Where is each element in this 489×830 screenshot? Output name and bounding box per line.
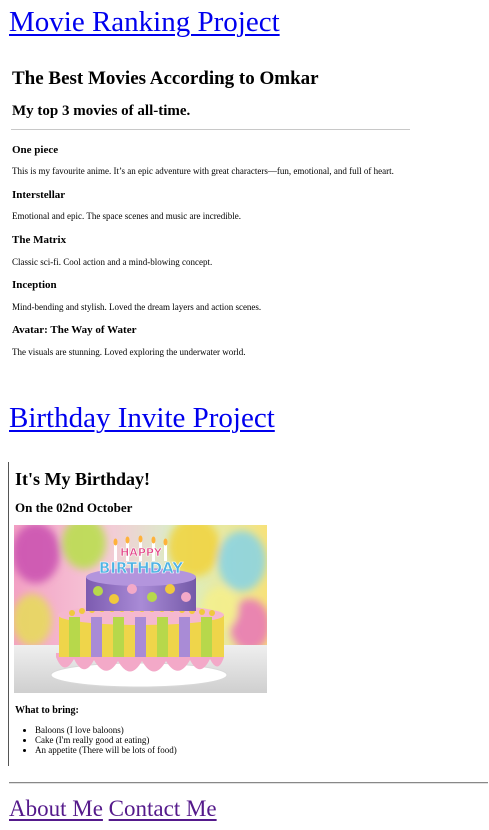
birthday-date: On the 02nd October	[15, 500, 133, 515]
movie-title: Avatar: The Way of Water	[12, 324, 137, 336]
cake-topper-happy: HAPPY	[120, 546, 163, 559]
movie-page-subheading: My top 3 movies of all-time.	[12, 103, 191, 119]
movie-description: This is my favourite anime. It’s an epic…	[12, 166, 394, 176]
movie-description: The visuals are stunning. Loved explorin…	[12, 347, 246, 357]
page-divider	[9, 782, 488, 784]
movie-project-title: Movie Ranking Project	[9, 8, 280, 37]
bring-list: Baloons (I love baloons) Cake (I'm reall…	[15, 725, 177, 755]
movie-title: One piece	[12, 144, 59, 156]
contact-me-link[interactable]: Contact Me	[109, 796, 217, 821]
cake-topper-birthday: BIRTHDAY	[99, 559, 184, 577]
list-item: Baloons (I love baloons)	[35, 725, 177, 735]
birthday-project-title: Birthday Invite Project	[9, 404, 275, 433]
birthday-project-preview: It's My Birthday! On the 02nd October HA…	[8, 462, 309, 766]
birthday-heading: It's My Birthday!	[15, 469, 150, 489]
what-to-bring-heading: What to bring:	[15, 705, 79, 716]
movie-title: Interstellar	[12, 189, 66, 201]
list-item: An appetite (There will be lots of food)	[35, 745, 177, 755]
movie-project-preview: The Best Movies According to Omkar My to…	[11, 62, 411, 362]
movie-description: Mind-bending and stylish. Loved the drea…	[12, 302, 262, 312]
birthday-cake-image: HAPPY BIRTHDAY	[14, 525, 267, 693]
about-me-link[interactable]: About Me	[9, 796, 103, 821]
list-item: Cake (I'm really good at eating)	[35, 735, 177, 745]
birthday-project-link[interactable]: Birthday Invite Project	[9, 402, 275, 434]
movie-description: Classic sci-fi. Cool action and a mind-b…	[12, 257, 213, 267]
movie-title: Inception	[12, 279, 57, 291]
footer-nav: About Me Contact Me	[9, 797, 217, 820]
movie-title: The Matrix	[12, 234, 67, 246]
movie-page-heading: The Best Movies According to Omkar	[12, 68, 319, 89]
movie-description: Emotional and epic. The space scenes and…	[12, 211, 241, 221]
movie-project-link[interactable]: Movie Ranking Project	[9, 6, 280, 38]
movie-divider	[11, 129, 410, 130]
